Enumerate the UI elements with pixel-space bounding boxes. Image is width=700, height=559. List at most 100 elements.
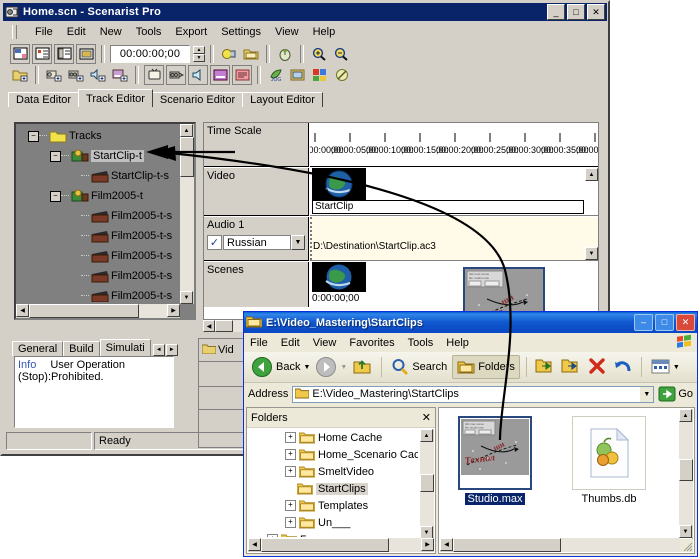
open-folder-icon[interactable]: [241, 44, 261, 64]
menu-item-export[interactable]: Export: [175, 26, 207, 38]
tree-expander[interactable]: −: [50, 191, 61, 202]
add-subtitle-icon[interactable]: [110, 65, 130, 85]
search-button[interactable]: Search: [388, 358, 450, 376]
zoom-out-icon[interactable]: [331, 44, 351, 64]
up-one-level-button[interactable]: [349, 356, 375, 379]
audio-track-lane[interactable]: D:\Destination\StartClip.ac3 ▼: [310, 217, 598, 261]
file-scroll-down-button[interactable]: ▼: [679, 525, 692, 538]
data-editor-icon[interactable]: [10, 44, 30, 64]
audio-clip-path[interactable]: D:\Destination\StartClip.ac3: [313, 241, 436, 252]
file-item-studio-max[interactable]: 3ds max scenefile: studio.max Технол ши: [447, 416, 543, 535]
folders-button[interactable]: Folders: [452, 355, 520, 379]
file-scroll-left-button[interactable]: ◀: [440, 538, 453, 551]
file-thumbnail[interactable]: [572, 416, 646, 490]
menu-item-help[interactable]: Help: [313, 26, 336, 38]
clip-icon[interactable]: [166, 65, 186, 85]
menu-item-file[interactable]: File: [35, 26, 53, 38]
address-dropdown-icon[interactable]: ▼: [640, 386, 654, 403]
folders-horizontal-scrollbar[interactable]: ◀ ▶: [248, 538, 434, 552]
new-folder-icon[interactable]: [10, 65, 30, 85]
tab-data-editor[interactable]: Data Editor: [8, 92, 79, 107]
folders-scroll-up-button[interactable]: ▲: [420, 429, 433, 442]
track-header-video[interactable]: Video: [204, 168, 309, 216]
scene-thumbnail[interactable]: [312, 262, 366, 292]
audio-icon[interactable]: [188, 65, 208, 85]
folder-expander[interactable]: +: [285, 500, 296, 511]
tree-row-startclip-t-s-1[interactable]: StartClip-t-s: [20, 166, 178, 186]
editor-hscroll-thumb[interactable]: [215, 320, 233, 332]
explorer-menu-file[interactable]: File: [250, 337, 268, 349]
tree-horizontal-scrollbar[interactable]: ◀ ▶: [16, 304, 180, 318]
tree-row-film2005-t-2[interactable]: −Film2005-t: [20, 186, 178, 206]
menu-item-view[interactable]: View: [275, 26, 299, 38]
file-item-thumbs-db[interactable]: Thumbs.db: [561, 416, 657, 535]
tree-row-film2005-t-s-4[interactable]: Film2005-t-s: [20, 226, 178, 246]
track-tree-pane[interactable]: − Tracks −StartClip-tStartClip-t-s−Film2…: [14, 122, 196, 320]
explorer-title-bar[interactable]: E:\Video_Mastering\StartClips – □ ✕: [244, 312, 697, 333]
audio-language-value[interactable]: Russian: [223, 235, 291, 250]
tree-hscroll-thumb[interactable]: [29, 304, 139, 318]
log-tab-general[interactable]: General: [12, 341, 63, 356]
explorer-minimize-button[interactable]: –: [634, 314, 653, 331]
folders-hscroll-thumb[interactable]: [261, 538, 389, 552]
folder-expander[interactable]: +: [285, 517, 296, 528]
tree-row-film2005-t-s-5[interactable]: Film2005-t-s: [20, 246, 178, 266]
tab-scenario-editor[interactable]: Scenario Editor: [152, 92, 243, 107]
editor-hscroll-left[interactable]: [14, 320, 196, 332]
explorer-menu-edit[interactable]: Edit: [281, 337, 300, 349]
tree-expander[interactable]: −: [50, 151, 61, 162]
timecode-spinner[interactable]: ▲▼: [193, 46, 205, 62]
menu-item-tools[interactable]: Tools: [136, 26, 162, 38]
subtitle-icon[interactable]: [210, 65, 230, 85]
explorer-menu-view[interactable]: View: [313, 337, 337, 349]
folder-expander[interactable]: +: [285, 449, 296, 460]
explorer-menu-help[interactable]: Help: [446, 337, 469, 349]
video-clip-label[interactable]: StartClip: [312, 200, 584, 214]
file-scroll-up-button[interactable]: ▲: [679, 409, 692, 422]
folder-expander[interactable]: +: [267, 534, 278, 537]
track-header-scenes[interactable]: Scenes: [204, 262, 309, 307]
close-icon[interactable]: ✕: [422, 411, 431, 424]
folders-scroll-left-button[interactable]: ◀: [248, 538, 261, 551]
tab-track-editor[interactable]: Track Editor: [78, 89, 153, 107]
menu-grip[interactable]: [12, 25, 17, 39]
back-dropdown-icon[interactable]: ▼: [303, 364, 310, 371]
log-message-list[interactable]: Info User Operation (Stop):Prohibited.: [14, 356, 174, 428]
tree-expander[interactable]: −: [28, 131, 39, 142]
file-thumbnail[interactable]: 3ds max scenefile: studio.max Технол ши: [458, 416, 532, 490]
layout-icon[interactable]: [288, 65, 308, 85]
file-list-vertical-scrollbar[interactable]: ▲ ▼: [679, 409, 693, 538]
folders-vscroll-thumb[interactable]: [420, 474, 434, 492]
file-hscroll-thumb[interactable]: [453, 538, 561, 552]
file-name-label[interactable]: Thumbs.db: [579, 493, 638, 505]
copy-to-button[interactable]: [559, 357, 583, 378]
tab-layout-editor[interactable]: Layout Editor: [242, 92, 323, 107]
zoom-in-icon[interactable]: [309, 44, 329, 64]
folders-vertical-scrollbar[interactable]: ▲ ▼: [420, 429, 434, 539]
views-dropdown-icon[interactable]: ▼: [673, 364, 680, 371]
folder-expander[interactable]: +: [285, 432, 296, 443]
timecode-field[interactable]: 00:00:00;00: [110, 45, 190, 63]
video-track-lane[interactable]: StartClip ▲: [310, 168, 598, 216]
scenes-track-lane[interactable]: 0:00:00;00: [310, 262, 598, 307]
tree-vertical-scrollbar[interactable]: ▲ ▼: [180, 124, 194, 304]
jog-icon[interactable]: JOG: [266, 65, 286, 85]
folders-scroll-right-button[interactable]: ▶: [421, 538, 434, 551]
track-header-time-scale[interactable]: Time Scale: [204, 123, 309, 167]
layout-editor-icon[interactable]: [76, 44, 96, 64]
scroll-down-button[interactable]: ▼: [180, 291, 193, 304]
views-button[interactable]: ▼: [648, 359, 683, 375]
video-icon[interactable]: [144, 65, 164, 85]
scroll-left-button[interactable]: ◀: [16, 304, 29, 317]
folder-tree-row-6[interactable]: +Базы: [249, 531, 418, 537]
video-thumbnail[interactable]: [312, 168, 366, 200]
file-list-horizontal-scrollbar[interactable]: ◀ ▶: [440, 538, 693, 552]
scroll-right-button[interactable]: ▶: [167, 304, 180, 317]
folder-tree-row-1[interactable]: +Home_Scenario Cach: [249, 446, 418, 463]
tree-row-film2005-t-s-6[interactable]: Film2005-t-s: [20, 266, 178, 286]
file-vscroll-thumb[interactable]: [679, 459, 693, 481]
move-to-button[interactable]: [533, 357, 557, 378]
folder-tree-row-0[interactable]: +Home Cache: [249, 429, 418, 446]
folder-tree-row-2[interactable]: +SmeltVideo: [249, 463, 418, 480]
folder-expander[interactable]: +: [285, 466, 296, 477]
